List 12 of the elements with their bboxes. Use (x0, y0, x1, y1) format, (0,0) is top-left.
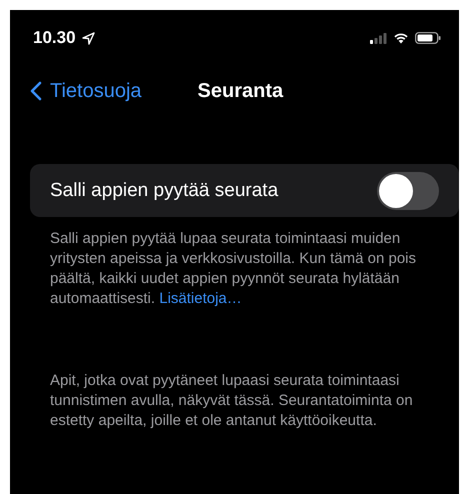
battery-icon (415, 32, 441, 44)
back-button[interactable]: Tietosuoja (30, 80, 142, 102)
footer-text: Salli appien pyytää lupaa seurata toimintaasi muiden yritysten apeissa ja verkkosivustoilla. Kun tämä on pois päältä, kaikki uudet appien pyynnöt seurata hylätään automaattisesti. Lisätietoja… (50, 229, 418, 309)
chevron-left-icon (30, 81, 42, 101)
info-text: Apit, jotka ovat pyytäneet lupaasi seurata toimintaasi tunnistimen avulla, näkyvät tässä. Seurantatoiminta on estetty apeilta, joille et ole antanut käyttöoikeutta. (50, 371, 414, 431)
page-title: Seuranta (198, 80, 284, 102)
status-time: 10.30 (33, 28, 76, 48)
wifi-icon (393, 32, 409, 44)
setting-label: Salli appien pyytää seurata (50, 180, 278, 202)
cellular-signal-icon (370, 32, 387, 44)
toggle-switch[interactable] (377, 172, 439, 210)
learn-more-link[interactable]: Lisätietoja… (159, 290, 242, 307)
